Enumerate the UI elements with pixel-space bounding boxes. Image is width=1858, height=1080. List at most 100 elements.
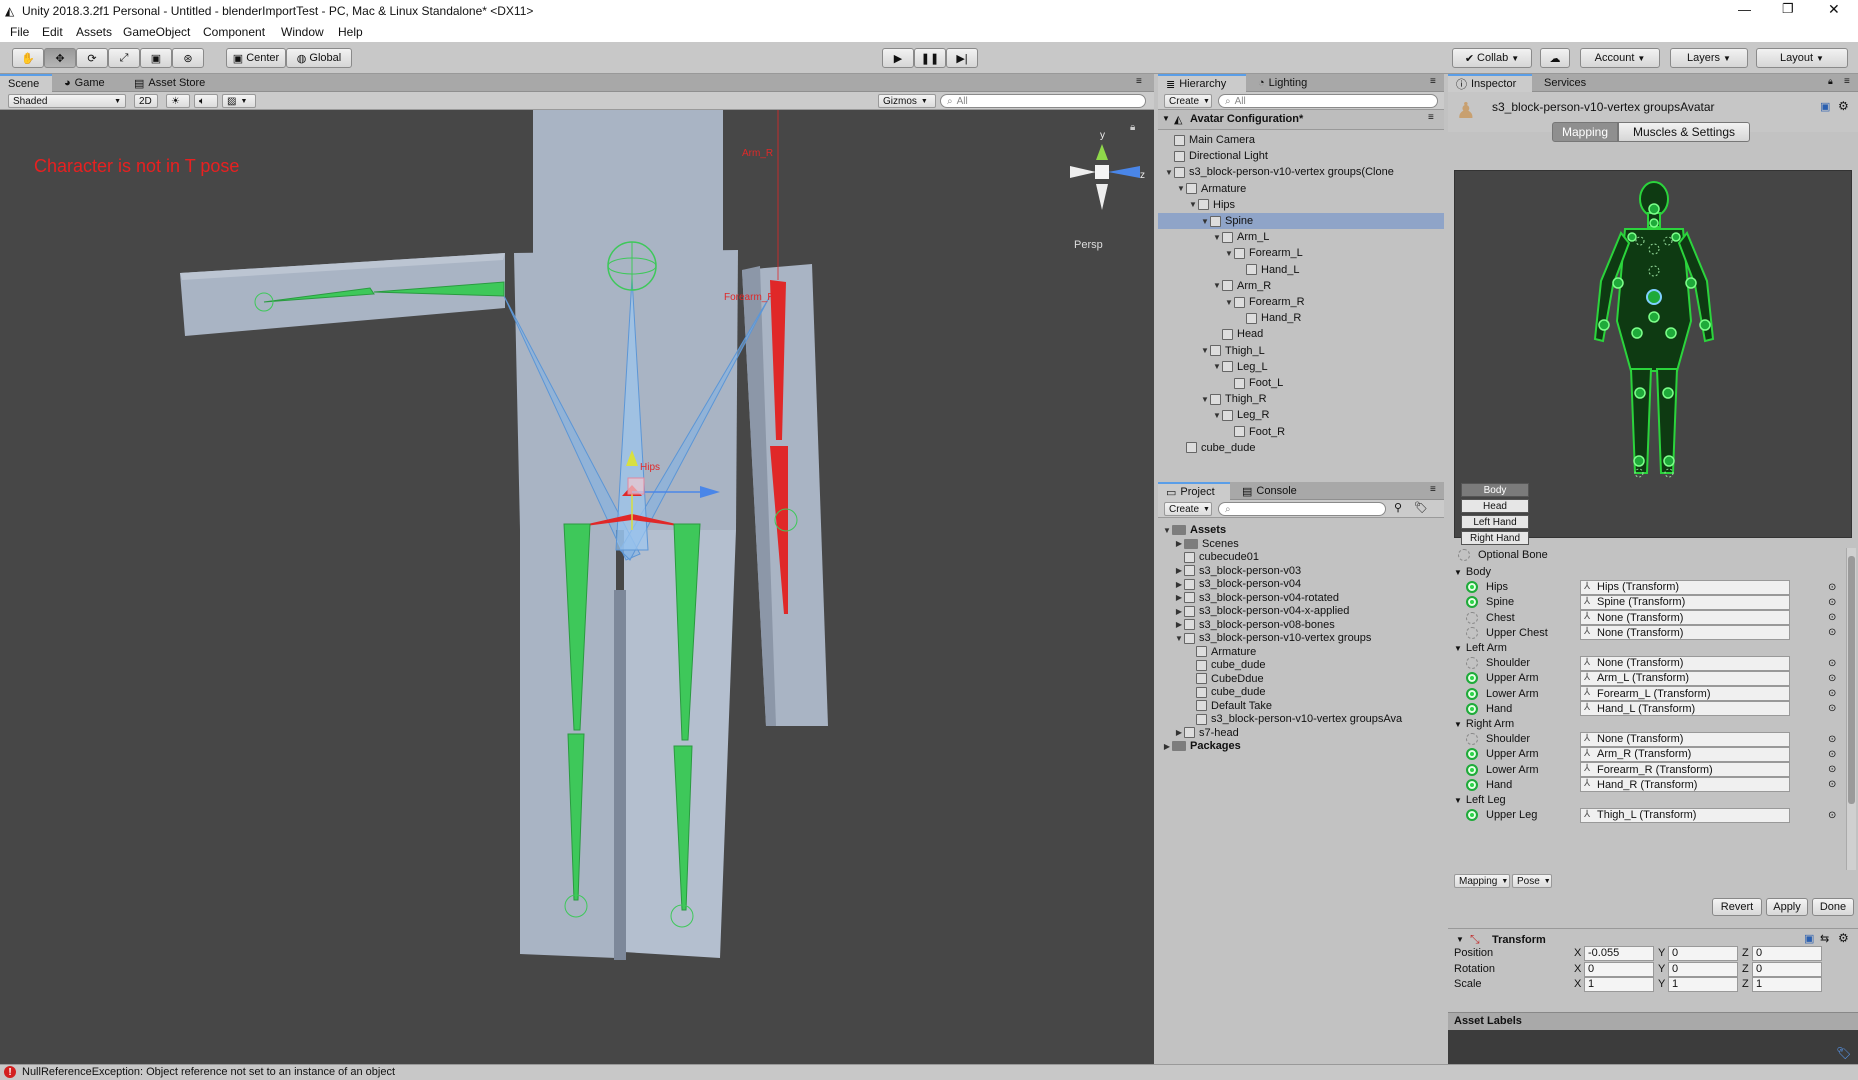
- close-button[interactable]: ✕: [1828, 1, 1840, 18]
- done-button[interactable]: Done: [1812, 898, 1854, 916]
- revert-button[interactable]: Revert: [1712, 898, 1762, 916]
- help-icon[interactable]: ▣: [1820, 100, 1830, 113]
- axis-z-label[interactable]: Z: [1742, 978, 1749, 990]
- filter-label-icon[interactable]: 🏷︎: [1414, 501, 1428, 514]
- hierarchy-item[interactable]: Main Camera: [1158, 132, 1444, 148]
- account-dropdown[interactable]: Account ▼: [1580, 48, 1660, 68]
- body-part-right-hand-button[interactable]: Right Hand: [1461, 531, 1529, 545]
- toggle-2d-button[interactable]: 2D: [134, 94, 158, 108]
- object-picker-icon[interactable]: ⊙: [1828, 734, 1836, 745]
- expand-arrow-icon[interactable]: ▼: [1212, 411, 1222, 420]
- panel-menu-icon[interactable]: ≡: [1136, 76, 1142, 87]
- expand-arrow-icon[interactable]: ▶: [1174, 566, 1184, 575]
- object-picker-icon[interactable]: ⊙: [1828, 779, 1836, 790]
- hierarchy-item[interactable]: ▼ s3_block-person-v10-vertex groups(Clone: [1158, 164, 1444, 180]
- axis-y-label[interactable]: Y: [1658, 978, 1665, 990]
- settings-gear-icon[interactable]: ⚙: [1838, 99, 1849, 113]
- hierarchy-item[interactable]: Head: [1158, 326, 1444, 342]
- axis-z-label[interactable]: Z: [1742, 963, 1749, 975]
- project-create-dropdown[interactable]: Create ▼: [1164, 502, 1212, 516]
- bone-mapped-icon[interactable]: [1466, 702, 1478, 715]
- hierarchy-item[interactable]: ▼ Thigh_L: [1158, 343, 1444, 359]
- tab-hierarchy[interactable]: ≣ Hierarchy: [1158, 74, 1246, 92]
- bone-optional-icon[interactable]: [1466, 626, 1478, 639]
- avatar-bone-lowerleg-l[interactable]: [1662, 387, 1674, 399]
- move-tool-button[interactable]: ✥: [44, 48, 76, 68]
- gizmo-center-cube[interactable]: [1095, 165, 1109, 179]
- object-picker-icon[interactable]: ⊙: [1828, 688, 1836, 699]
- tab-muscles-settings[interactable]: Muscles & Settings: [1618, 122, 1750, 142]
- expand-arrow-icon[interactable]: ▼: [1176, 184, 1186, 193]
- avatar-bone-foot-l[interactable]: [1663, 455, 1675, 467]
- avatar-bone-upperleg-l[interactable]: [1665, 327, 1677, 339]
- avatar-bone-hand-r[interactable]: [1598, 319, 1610, 331]
- avatar-bone-lowerleg-r[interactable]: [1634, 387, 1646, 399]
- scene-search-input[interactable]: ⌕ All: [940, 94, 1146, 108]
- collapse-arrow-icon[interactable]: ▼: [1454, 796, 1462, 805]
- hierarchy-item[interactable]: ▼ Forearm_L: [1158, 245, 1444, 261]
- tab-project[interactable]: ▭ Project: [1158, 482, 1230, 500]
- axis-x-label[interactable]: X: [1574, 963, 1581, 975]
- avatar-bone-neck[interactable]: [1649, 218, 1659, 228]
- lighting-toggle[interactable]: ☀: [166, 94, 190, 108]
- collapse-arrow-icon[interactable]: ▼: [1454, 568, 1462, 577]
- scene-root-row[interactable]: ▼ ◭ Avatar Configuration* ≡: [1158, 110, 1444, 130]
- hand-tool-button[interactable]: ✋: [12, 48, 44, 68]
- step-button[interactable]: ▶|: [946, 48, 978, 68]
- expand-arrow-icon[interactable]: ▼: [1162, 526, 1172, 535]
- project-search-input[interactable]: ⌕: [1218, 502, 1386, 516]
- axis-z-label[interactable]: Z: [1742, 947, 1749, 959]
- tab-inspector[interactable]: ⓘ Inspector: [1448, 74, 1532, 92]
- avatar-bone-shoulder-l[interactable]: [1671, 232, 1681, 242]
- rotate-tool-button[interactable]: ⟳: [76, 48, 108, 68]
- transform-tool-button[interactable]: ⊛: [172, 48, 204, 68]
- hierarchy-item[interactable]: ▼ Leg_R: [1158, 407, 1444, 423]
- expand-arrow-icon[interactable]: ▼: [1200, 217, 1210, 226]
- gizmos-dropdown[interactable]: Gizmos ▼: [878, 94, 936, 108]
- transform-z-field[interactable]: 0: [1752, 961, 1822, 977]
- collab-dropdown[interactable]: ✔ Collab ▼: [1452, 48, 1532, 68]
- expand-arrow-icon[interactable]: ▶: [1162, 742, 1172, 751]
- expand-arrow-icon[interactable]: ▼: [1162, 114, 1170, 123]
- orientation-gizmo[interactable]: y z Persp: [1070, 130, 1145, 251]
- panel-menu-icon[interactable]: ≡: [1430, 76, 1436, 87]
- menu-edit[interactable]: Edit: [42, 25, 63, 39]
- gizmo-z-cone[interactable]: [1108, 166, 1140, 178]
- help-icon[interactable]: ▣: [1804, 932, 1814, 945]
- bone-mapped-icon[interactable]: [1466, 672, 1478, 685]
- avatar-bone-head[interactable]: [1648, 203, 1660, 215]
- menu-help[interactable]: Help: [338, 25, 363, 39]
- hierarchy-item[interactable]: Foot_L: [1158, 375, 1444, 391]
- expand-arrow-icon[interactable]: ▼: [1212, 362, 1222, 371]
- expand-arrow-icon[interactable]: ▶: [1174, 607, 1184, 616]
- collapse-arrow-icon[interactable]: ▼: [1454, 644, 1462, 653]
- hierarchy-item[interactable]: ▼ Hips: [1158, 197, 1444, 213]
- hierarchy-item[interactable]: ▼ Leg_L: [1158, 359, 1444, 375]
- minimize-button[interactable]: —: [1738, 2, 1751, 17]
- preset-icon[interactable]: ⇆: [1820, 932, 1829, 945]
- panel-menu-icon[interactable]: ≡: [1844, 76, 1850, 87]
- expand-arrow-icon[interactable]: ▼: [1164, 168, 1174, 177]
- avatar-bone-shoulder-r[interactable]: [1627, 232, 1637, 242]
- expand-arrow-icon[interactable]: ▶: [1174, 539, 1184, 548]
- expand-arrow-icon[interactable]: ▼: [1212, 281, 1222, 290]
- object-picker-icon[interactable]: ⊙: [1828, 673, 1836, 684]
- layout-dropdown[interactable]: Layout ▼: [1756, 48, 1848, 68]
- pivot-global-button[interactable]: ◍ Global: [286, 48, 352, 68]
- bone-mapped-icon[interactable]: [1466, 778, 1478, 791]
- tab-console[interactable]: ▤ Console: [1234, 482, 1310, 500]
- object-picker-icon[interactable]: ⊙: [1828, 627, 1836, 638]
- object-picker-icon[interactable]: ⊙: [1828, 749, 1836, 760]
- shading-mode-dropdown[interactable]: Shaded ▼: [8, 94, 126, 108]
- hierarchy-item[interactable]: ▼ Arm_R: [1158, 278, 1444, 294]
- persp-label[interactable]: Persp: [1074, 239, 1103, 251]
- avatar-bone-lowerarm-l[interactable]: [1685, 277, 1697, 289]
- maximize-button[interactable]: ❐: [1782, 1, 1794, 17]
- bone-mapped-icon[interactable]: [1466, 809, 1478, 822]
- scale-tool-button[interactable]: ⤢: [108, 48, 140, 68]
- hierarchy-item[interactable]: ▼ Armature: [1158, 181, 1444, 197]
- hierarchy-item[interactable]: Hand_R: [1158, 310, 1444, 326]
- row-menu-icon[interactable]: ≡: [1428, 112, 1434, 123]
- hierarchy-search-input[interactable]: ⌕ All: [1218, 94, 1438, 108]
- avatar-bone-upperleg-r[interactable]: [1631, 327, 1643, 339]
